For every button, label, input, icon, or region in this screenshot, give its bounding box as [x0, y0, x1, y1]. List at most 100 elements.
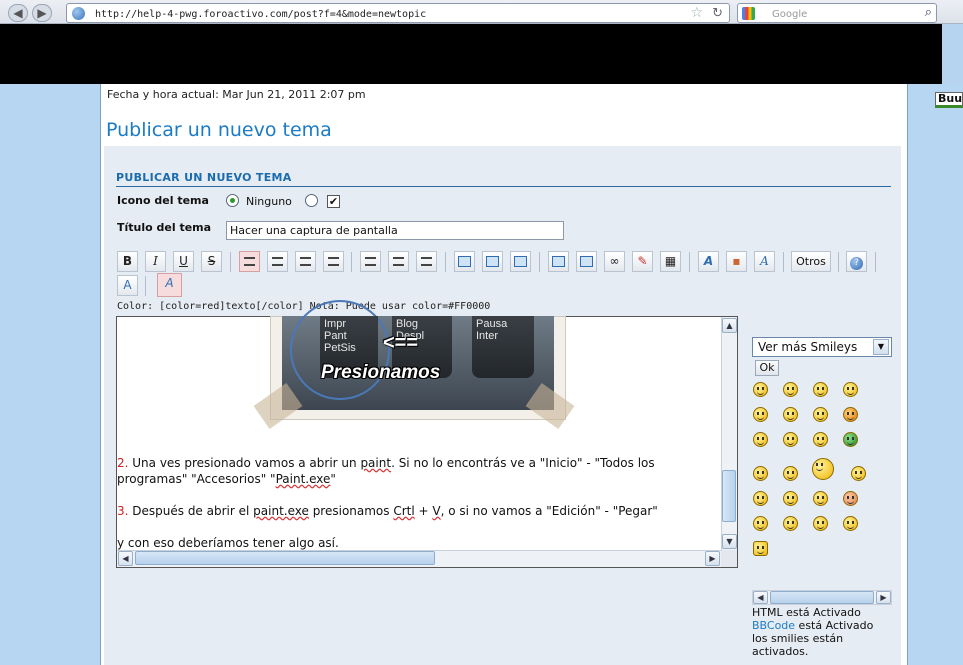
font-family-button[interactable]: A	[754, 251, 775, 272]
smiley-geek-icon[interactable]	[753, 466, 768, 481]
thumbs-up-icon[interactable]	[753, 541, 768, 556]
exclamation-icon[interactable]	[813, 516, 828, 531]
smiley-angry-icon[interactable]	[783, 491, 798, 506]
smiley-laugh-icon[interactable]	[783, 432, 798, 447]
align-left-icon	[244, 257, 255, 266]
video-button[interactable]: ▦	[660, 251, 681, 272]
smiley-smile-icon[interactable]	[753, 407, 768, 422]
toolbar-separator	[351, 252, 352, 272]
misspelled-word: Paint.exe	[275, 472, 331, 486]
form-header: PUBLICAR UN NUEVO TEMA	[116, 171, 891, 187]
reload-icon[interactable]: ↻	[712, 6, 723, 21]
vertical-scroll-thumb[interactable]	[722, 470, 736, 522]
smiley-blush-icon[interactable]	[843, 491, 858, 506]
topic-title-label: Título del tema	[117, 221, 212, 234]
key-pause: Pausa Inter	[472, 316, 534, 378]
help-button[interactable]: ?	[846, 251, 867, 272]
align-right-button[interactable]	[295, 251, 316, 272]
smiley-happy-icon[interactable]	[753, 382, 768, 397]
editor-text: Una ves presionado vamos a abrir un	[128, 456, 361, 470]
toolbar-separator	[783, 252, 784, 272]
host-image-icon	[552, 256, 565, 267]
smiley-evil-icon[interactable]	[843, 407, 858, 422]
smileys-ok-button[interactable]: Ok	[755, 360, 779, 376]
idea-icon[interactable]	[753, 516, 768, 531]
topic-title-input[interactable]	[226, 221, 564, 240]
numbered-list-button[interactable]	[388, 251, 409, 272]
others-button[interactable]: Otros	[791, 251, 831, 272]
remove-format-button[interactable]: A	[117, 275, 138, 296]
forward-button[interactable]: ▶	[32, 4, 52, 22]
insert-image-button[interactable]	[576, 251, 597, 272]
smiley-confused-icon[interactable]	[813, 432, 828, 447]
editor-text: Después de abrir el	[128, 504, 254, 518]
smiley-shocked-icon[interactable]	[753, 491, 768, 506]
smiley-nerd-icon[interactable]	[783, 466, 798, 481]
align-left-button[interactable]	[239, 251, 260, 272]
smiley-cool-icon[interactable]	[753, 432, 768, 447]
smiley-dizzy-icon[interactable]	[813, 491, 828, 506]
smileys-scroll-left-button[interactable]: ◀	[753, 591, 768, 604]
key-pause-label: Pausa Inter	[476, 318, 508, 342]
page-title: Publicar un nuevo tema	[106, 119, 332, 141]
smiley-sad-icon[interactable]	[783, 382, 798, 397]
editor-line-3: 3. Después de abrir el paint.exe presion…	[117, 504, 658, 518]
italic-button[interactable]: I	[145, 251, 166, 272]
misspelled-word: V	[432, 504, 441, 518]
page-right-margin	[908, 84, 963, 665]
smiley-grin-icon[interactable]	[843, 432, 858, 447]
scroll-up-button[interactable]: ▲	[722, 318, 737, 333]
editor-line-4: y con eso deberíamos tener algo así.	[117, 536, 339, 550]
code-button[interactable]	[482, 251, 503, 272]
scroll-left-button[interactable]: ◀	[118, 551, 133, 566]
smiley-worried-icon[interactable]	[783, 407, 798, 422]
smiley-wink-icon[interactable]	[843, 382, 858, 397]
smileys-scroll-right-button[interactable]: ▶	[876, 591, 891, 604]
smiley-neutral-icon[interactable]	[813, 382, 828, 397]
font-size-button[interactable]: A	[698, 251, 719, 272]
bbcode-link[interactable]: BBCode	[752, 619, 795, 632]
quote-button[interactable]	[454, 251, 475, 272]
url-text: http://help-4-pwg.foroactivo.com/post?f=…	[95, 9, 427, 20]
align-center-button[interactable]	[267, 251, 288, 272]
smiley-cheer-icon[interactable]	[812, 458, 834, 480]
smileys-scroll-thumb[interactable]	[770, 591, 874, 604]
horizontal-rule-button[interactable]	[416, 251, 437, 272]
bold-button[interactable]: B	[117, 251, 138, 272]
bookmark-star-icon[interactable]: ☆	[690, 5, 703, 21]
underline-button[interactable]: U	[173, 251, 194, 272]
table-icon	[514, 256, 527, 267]
step-number: 2.	[117, 456, 129, 470]
side-tab[interactable]: Buus	[935, 92, 963, 108]
color-button[interactable]: ▪	[726, 251, 747, 272]
search-bar[interactable]: Google ⌕	[737, 3, 937, 23]
host-image-button[interactable]	[548, 251, 569, 272]
insert-link-button[interactable]: ∞	[604, 251, 625, 272]
scroll-right-button[interactable]: ▶	[705, 551, 720, 566]
wysiwyg-toggle-button[interactable]: A	[157, 273, 182, 297]
justify-button[interactable]	[323, 251, 344, 272]
topic-icon-label: Icono del tema	[117, 194, 209, 207]
scroll-down-button[interactable]: ▼	[722, 534, 737, 549]
table-button[interactable]	[510, 251, 531, 272]
horizontal-scroll-thumb[interactable]	[135, 551, 435, 565]
icon-radio-none[interactable]	[226, 194, 239, 207]
strikethrough-button[interactable]: S	[201, 251, 222, 272]
chevron-down-icon[interactable]: ▼	[873, 339, 889, 355]
bullet-list-button[interactable]	[360, 251, 381, 272]
toolbar-separator	[838, 252, 839, 272]
question-icon[interactable]	[843, 516, 858, 531]
address-bar[interactable]: http://help-4-pwg.foroactivo.com/post?f=…	[66, 3, 730, 23]
back-button[interactable]: ◀	[8, 4, 28, 22]
posting-status: HTML está Activado BBCode está Activado …	[752, 606, 892, 658]
icon-radio-check[interactable]	[305, 194, 318, 207]
google-icon	[742, 7, 755, 20]
smiley-lol-icon[interactable]	[851, 466, 866, 481]
redacted-bar	[0, 24, 942, 84]
flash-button[interactable]: ✎	[632, 251, 653, 272]
editor-text: +	[414, 504, 433, 518]
search-icon[interactable]: ⌕	[925, 5, 932, 20]
more-smileys-select[interactable]: Ver más Smileys	[752, 337, 892, 357]
smiley-tongue-icon[interactable]	[813, 407, 828, 422]
arrow-icon[interactable]	[783, 516, 798, 531]
